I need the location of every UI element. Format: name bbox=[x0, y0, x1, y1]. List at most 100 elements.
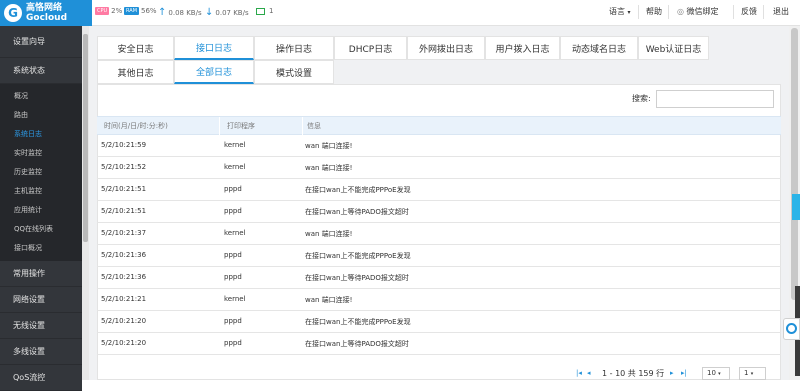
cell-program: pppd bbox=[224, 185, 242, 193]
cpu-chip: CPU bbox=[95, 7, 110, 15]
cell-time: 5/2/10:21:51 bbox=[101, 185, 147, 193]
prev-page-icon[interactable]: ◂ bbox=[587, 369, 594, 377]
column-message[interactable]: 信息 bbox=[307, 121, 321, 131]
caret-down-icon: ▾ bbox=[718, 371, 721, 377]
help-link[interactable]: 帮助 bbox=[646, 6, 662, 17]
cell-message: wan 端口连接! bbox=[305, 296, 353, 304]
sidebar-item-route[interactable]: 路由 bbox=[0, 106, 82, 125]
cell-program: pppd bbox=[224, 339, 242, 347]
sidebar-item-qos[interactable]: QoS流控 bbox=[0, 365, 82, 391]
cell-program: pppd bbox=[224, 273, 242, 281]
tab-user-dialin-log[interactable]: 用户拨入日志 bbox=[485, 36, 560, 60]
sidebar-item-realtime-monitor[interactable]: 实时监控 bbox=[0, 144, 82, 163]
page-select[interactable]: 1 ▾ bbox=[739, 367, 766, 380]
page-size-select[interactable]: 10 ▾ bbox=[702, 367, 730, 380]
cell-time: 5/2/10:21:20 bbox=[101, 339, 147, 347]
cell-time: 5/2/10:21:51 bbox=[101, 207, 147, 215]
sidebar-item-setup-wizard[interactable]: 设置向导 bbox=[0, 26, 82, 58]
device-icon bbox=[256, 7, 265, 15]
table-row: 5/2/10:21:36 pppd 在接口wan上等待PADO报文超时 bbox=[97, 267, 781, 289]
assistant-icon bbox=[786, 323, 797, 334]
sidebar-item-network[interactable]: 网络设置 bbox=[0, 287, 82, 313]
caret-down-icon: ▾ bbox=[750, 371, 754, 377]
tab-dhcp-log[interactable]: DHCP日志 bbox=[334, 36, 407, 60]
sidebar-scroll-thumb[interactable] bbox=[83, 34, 88, 242]
cell-program: kernel bbox=[224, 295, 246, 303]
cell-time: 5/2/10:21:36 bbox=[101, 251, 147, 259]
search-label: 搜索: bbox=[632, 94, 651, 103]
upload-stat: ↑ 0.08 KB/s bbox=[158, 7, 202, 18]
cell-message: 在接口wan上等待PADO报文超时 bbox=[305, 208, 409, 216]
feedback-link[interactable]: 反馈 bbox=[741, 6, 757, 17]
cell-message: 在接口wan上不能完成PPPoE发现 bbox=[305, 252, 411, 260]
sidebar-item-wireless[interactable]: 无线设置 bbox=[0, 313, 82, 339]
tab-ddns-log[interactable]: 动态域名日志 bbox=[560, 36, 638, 60]
cell-time: 5/2/10:21:37 bbox=[101, 229, 147, 237]
first-page-icon[interactable]: |◂ bbox=[576, 369, 583, 377]
page-scroll-thumb[interactable] bbox=[791, 28, 798, 300]
table-row: 5/2/10:21:51 pppd 在接口wan上等待PADO报文超时 bbox=[97, 201, 781, 223]
cell-program: kernel bbox=[224, 141, 246, 149]
logout-link[interactable]: 退出 bbox=[773, 6, 789, 17]
brand-name-cn: 高恪网络 bbox=[26, 3, 63, 13]
table-row: 5/2/10:21:59 kernel wan 端口连接! bbox=[97, 135, 781, 157]
page-value: 1 bbox=[744, 369, 749, 377]
tab-security-log[interactable]: 安全日志 bbox=[97, 36, 174, 60]
cell-message: wan 端口连接! bbox=[305, 142, 353, 150]
brand-name-en: Gocloud bbox=[26, 13, 68, 23]
next-page-icon[interactable]: ▸ bbox=[670, 369, 677, 377]
table-row: 5/2/10:21:20 pppd 在接口wan上等待PADO报文超时 bbox=[97, 333, 781, 355]
language-label: 语言 bbox=[609, 7, 625, 16]
tab-other-log[interactable]: 其他日志 bbox=[97, 60, 174, 84]
table-row: 5/2/10:21:52 kernel wan 端口连接! bbox=[97, 157, 781, 179]
sidebar-item-overview[interactable]: 概况 bbox=[0, 87, 82, 106]
search-input[interactable] bbox=[656, 90, 774, 108]
tab-web-auth-log[interactable]: Web认证日志 bbox=[638, 36, 709, 60]
top-bar: G 高恪网络 Gocloud CPU 2% RAM 56% ↑ 0.08 KB/… bbox=[0, 0, 800, 26]
table-row: 5/2/10:21:37 kernel wan 端口连接! bbox=[97, 223, 781, 245]
sidebar-item-common-ops[interactable]: 常用操作 bbox=[0, 261, 82, 287]
tab-wan-dial-log[interactable]: 外网拨出日志 bbox=[407, 36, 485, 60]
table-row: 5/2/10:21:36 pppd 在接口wan上不能完成PPPoE发现 bbox=[97, 245, 781, 267]
column-program[interactable]: 打印程序 bbox=[227, 121, 255, 131]
pager: |◂ ◂ 1 - 10 共 159 行 ▸ ▸| 10 ▾ 1 ▾ bbox=[573, 367, 793, 380]
tab-operation-log[interactable]: 操作日志 bbox=[254, 36, 334, 60]
sidebar-submenu: 概况 路由 系统日志 实时监控 历史监控 主机监控 应用统计 QQ在线列表 接口… bbox=[0, 84, 82, 261]
cell-time: 5/2/10:21:20 bbox=[101, 317, 147, 325]
tab-interface-log[interactable]: 接口日志 bbox=[174, 36, 254, 60]
sidebar-item-host-monitor[interactable]: 主机监控 bbox=[0, 182, 82, 201]
last-page-icon[interactable]: ▸| bbox=[681, 369, 688, 377]
column-time[interactable]: 时间(月/日/时:分:秒) bbox=[104, 121, 168, 131]
tab-mode-settings[interactable]: 模式设置 bbox=[254, 60, 334, 84]
ram-stat: RAM 56% bbox=[124, 7, 157, 15]
sidebar-item-interface-overview[interactable]: 接口概况 bbox=[0, 239, 82, 258]
sidebar-item-qq-online[interactable]: QQ在线列表 bbox=[0, 220, 82, 239]
sidebar-item-multiline[interactable]: 多线设置 bbox=[0, 339, 82, 365]
sidebar-item-app-stats[interactable]: 应用统计 bbox=[0, 201, 82, 220]
logo: G 高恪网络 Gocloud bbox=[0, 0, 92, 26]
cell-program: pppd bbox=[224, 207, 242, 215]
wechat-bind-link[interactable]: ◎ 微信绑定 bbox=[677, 6, 719, 17]
cell-message: wan 端口连接! bbox=[305, 164, 353, 172]
language-menu[interactable]: 语言 ▾ bbox=[609, 6, 631, 17]
cell-time: 5/2/10:21:52 bbox=[101, 163, 147, 171]
sidebar-item-history-monitor[interactable]: 历史监控 bbox=[0, 163, 82, 182]
divider bbox=[668, 5, 669, 19]
tab-all-log[interactable]: 全部日志 bbox=[174, 60, 254, 84]
pager-info: 1 - 10 共 159 行 bbox=[602, 369, 665, 378]
cell-program: kernel bbox=[224, 163, 246, 171]
cell-time: 5/2/10:21:59 bbox=[101, 141, 147, 149]
cell-time: 5/2/10:21:36 bbox=[101, 273, 147, 281]
cell-program: pppd bbox=[224, 317, 242, 325]
table-row: 5/2/10:21:21 kernel wan 端口连接! bbox=[97, 289, 781, 311]
side-tab[interactable] bbox=[792, 194, 800, 220]
table-row: 5/2/10:21:20 pppd 在接口wan上不能完成PPPoE发现 bbox=[97, 311, 781, 333]
cell-message: 在接口wan上不能完成PPPoE发现 bbox=[305, 318, 411, 326]
download-value: 0.07 KB/s bbox=[215, 8, 249, 17]
sidebar-item-system-status[interactable]: 系统状态 bbox=[0, 58, 82, 84]
devices-value: 1 bbox=[269, 7, 274, 15]
assistant-widget[interactable] bbox=[783, 318, 800, 340]
sidebar-item-system-log[interactable]: 系统日志 bbox=[0, 125, 82, 144]
upload-value: 0.08 KB/s bbox=[168, 8, 202, 17]
download-stat: ↓ 0.07 KB/s bbox=[205, 7, 249, 18]
